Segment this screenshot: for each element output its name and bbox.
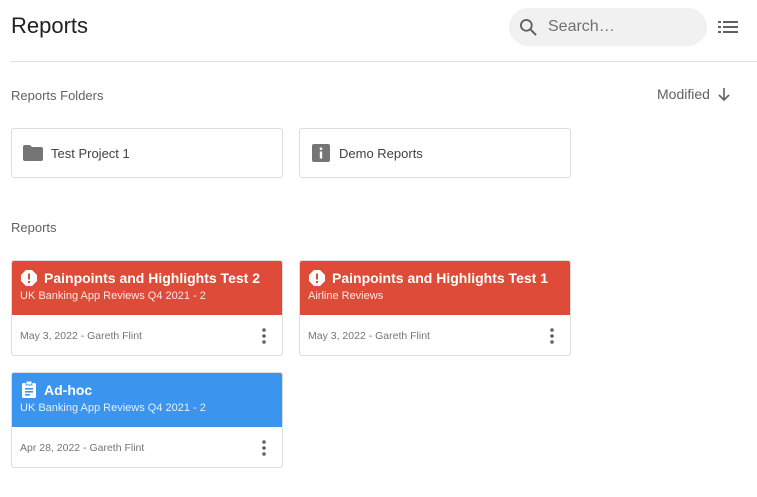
folder-icon bbox=[23, 143, 43, 163]
header-divider bbox=[10, 61, 757, 62]
report-title: Ad-hoc bbox=[44, 381, 93, 398]
clipboard-icon bbox=[20, 381, 37, 398]
search-icon bbox=[520, 19, 537, 36]
report-dataset: UK Banking App Reviews Q4 2021 - 2 bbox=[20, 402, 206, 414]
report-card-header: Painpoints and Highlights Test 2 UK Bank… bbox=[12, 261, 282, 315]
report-title: Painpoints and Highlights Test 1 bbox=[332, 269, 548, 286]
report-card[interactable]: Painpoints and Highlights Test 1 Airline… bbox=[299, 260, 571, 356]
more-vert-icon bbox=[550, 327, 554, 344]
info-icon bbox=[311, 143, 331, 163]
report-title: Painpoints and Highlights Test 2 bbox=[44, 269, 260, 286]
sort-button[interactable]: Modified bbox=[657, 86, 732, 102]
report-dataset: UK Banking App Reviews Q4 2021 - 2 bbox=[20, 290, 206, 302]
folder-demo-reports[interactable]: Demo Reports bbox=[299, 128, 571, 178]
arrow-down-icon bbox=[718, 88, 730, 102]
search-box[interactable] bbox=[509, 8, 707, 46]
reports-section-label: Reports bbox=[11, 220, 57, 235]
report-card-header: Painpoints and Highlights Test 1 Airline… bbox=[300, 261, 570, 315]
report-card[interactable]: Ad-hoc UK Banking App Reviews Q4 2021 - … bbox=[11, 372, 283, 468]
report-meta: Apr 28, 2022 - Gareth Flint bbox=[20, 441, 145, 454]
report-card[interactable]: Painpoints and Highlights Test 2 UK Bank… bbox=[11, 260, 283, 356]
report-card-header: Ad-hoc UK Banking App Reviews Q4 2021 - … bbox=[12, 373, 282, 427]
search-input[interactable] bbox=[548, 18, 688, 36]
sort-label: Modified bbox=[657, 86, 710, 102]
more-vert-icon bbox=[262, 439, 266, 456]
more-options-button[interactable] bbox=[256, 436, 272, 460]
more-vert-icon bbox=[262, 327, 266, 344]
folders-section-label: Reports Folders bbox=[11, 88, 104, 103]
list-view-button[interactable] bbox=[717, 16, 739, 38]
report-meta: May 3, 2022 - Gareth Flint bbox=[20, 329, 142, 342]
more-options-button[interactable] bbox=[544, 324, 560, 348]
folder-name: Demo Reports bbox=[339, 145, 423, 161]
page-title: Reports bbox=[11, 13, 89, 38]
folder-test-project-1[interactable]: Test Project 1 bbox=[11, 128, 283, 178]
report-meta: May 3, 2022 - Gareth Flint bbox=[308, 329, 430, 342]
more-options-button[interactable] bbox=[256, 324, 272, 348]
alert-icon bbox=[20, 269, 37, 286]
report-dataset: Airline Reviews bbox=[308, 290, 384, 302]
folder-name: Test Project 1 bbox=[51, 145, 130, 161]
alert-icon bbox=[308, 269, 325, 286]
list-view-icon bbox=[718, 21, 738, 33]
